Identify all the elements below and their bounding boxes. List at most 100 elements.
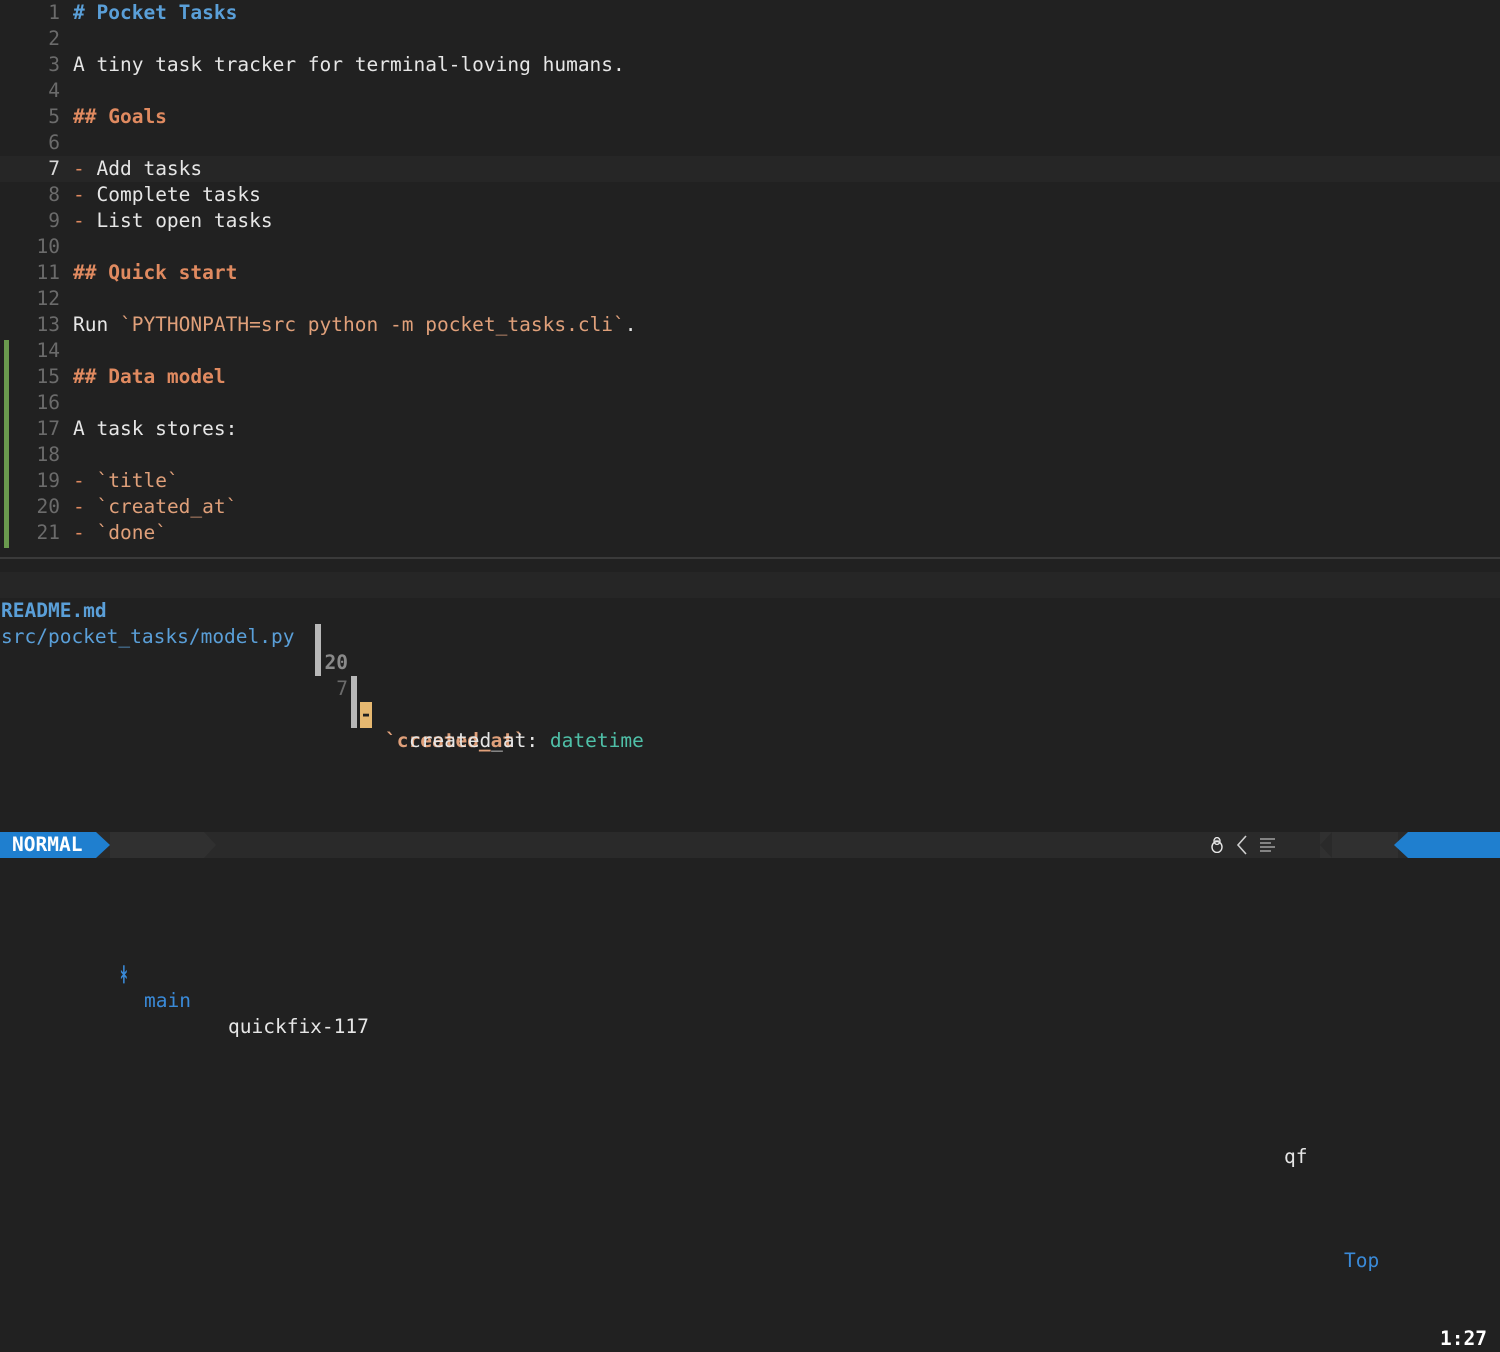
text-run: List open tasks xyxy=(84,209,273,232)
editor-line[interactable]: 6 xyxy=(0,130,1500,156)
editor-line[interactable]: 13 Run `PYTHONPATH=src python -m pocket_t… xyxy=(0,312,1500,338)
quickfix-item[interactable]: src/pocket_tasks/model.py 7 created_at: … xyxy=(0,598,1500,752)
quickfix-line-number: 20 xyxy=(324,651,348,674)
powerline-separator xyxy=(1320,832,1332,858)
quickfix-separator xyxy=(315,650,321,676)
text-run: A task stores: xyxy=(73,417,238,440)
line-text: - `done` xyxy=(73,520,167,546)
scroll-position: Top xyxy=(1344,1249,1380,1272)
editor-line[interactable]: 18 xyxy=(0,442,1500,468)
editor-line[interactable]: 19- `title` xyxy=(0,468,1500,494)
editor-line[interactable]: 7- Add tasks xyxy=(0,156,1500,182)
list-bullet: - xyxy=(73,469,85,492)
line-number: 9 xyxy=(48,209,60,232)
list-bullet: - xyxy=(73,495,85,518)
powerline-separator xyxy=(1394,832,1408,858)
line-number: 2 xyxy=(48,27,60,50)
line-text: ## Goals xyxy=(73,104,167,130)
line-text: - `created_at` xyxy=(73,494,237,520)
mode-indicator: NORMAL xyxy=(0,832,96,858)
line-number: 8 xyxy=(48,183,60,206)
line-number: 14 xyxy=(36,339,60,362)
line-text: - List open tasks xyxy=(73,208,273,234)
git-branch-icon: ᚼ xyxy=(118,963,130,986)
quickfix-item[interactable]: README.md 20 - `created_at` xyxy=(0,572,1500,752)
editor-line[interactable]: 1 # Pocket Tasks xyxy=(0,0,1500,26)
text-run: A tiny task tracker for terminal-loving … xyxy=(73,53,625,76)
line-number: 11 xyxy=(36,261,60,284)
text-lines-icon xyxy=(1260,838,1275,852)
quickfix-separator xyxy=(351,676,357,702)
powerline-separator xyxy=(204,832,216,858)
quickfix-identifier: created_at xyxy=(409,729,527,752)
quickfix-text: created_at: datetime xyxy=(409,728,644,754)
editor-line[interactable]: 9- List open tasks xyxy=(0,208,1500,234)
line-text: A task stores: xyxy=(73,416,237,442)
line-number: 20 xyxy=(36,495,60,518)
editor-line[interactable]: 8- Complete tasks xyxy=(0,182,1500,208)
editor-line[interactable]: 5 ## Goals xyxy=(0,104,1500,130)
markdown-heading: ## Goals xyxy=(73,105,167,128)
list-bullet: - xyxy=(73,521,85,544)
editor-line[interactable]: 4 xyxy=(0,78,1500,104)
quickfix-type: datetime xyxy=(549,729,644,752)
line-number: 12 xyxy=(36,287,60,310)
editor-line[interactable]: 17 A task stores: xyxy=(0,416,1500,442)
line-text: A tiny task tracker for terminal-loving … xyxy=(73,52,625,78)
line-number: 16 xyxy=(36,391,60,414)
list-bullet: - xyxy=(73,157,85,180)
window-separator xyxy=(0,557,1500,559)
line-number: 7 xyxy=(48,157,60,180)
line-col-section xyxy=(1408,832,1500,858)
line-number: 18 xyxy=(36,443,60,466)
line-number: 3 xyxy=(48,53,60,76)
quickfix-filename: src/pocket_tasks/model.py xyxy=(1,625,295,648)
quickfix-list[interactable]: README.md 20 - `created_at` src/pocket_t… xyxy=(0,572,1500,827)
linux-tux-icon xyxy=(1211,837,1223,853)
line-text: ## Quick start xyxy=(73,260,237,286)
list-bullet: - xyxy=(73,209,85,232)
line-number: 5 xyxy=(48,105,60,128)
inline-code: `title` xyxy=(96,469,179,492)
editor-line[interactable]: 2 xyxy=(0,26,1500,52)
text-run xyxy=(85,469,97,492)
line-text: ## Data model xyxy=(73,364,226,390)
branch-name: main xyxy=(144,989,191,1012)
text-run: . xyxy=(624,313,637,336)
editor-line[interactable]: 15 ## Data model xyxy=(0,364,1500,390)
line-number: 6 xyxy=(48,131,60,154)
editor-pane[interactable]: 1 # Pocket Tasks 2 3 A tiny task tracker for… xyxy=(0,0,1500,556)
buffer-name: quickfix-117 xyxy=(228,1015,369,1038)
list-bullet: - xyxy=(73,183,85,206)
quickfix-colon: : xyxy=(526,729,539,752)
quickfix-separator xyxy=(351,702,357,728)
chevron-left-icon xyxy=(1236,835,1247,855)
line-text: - Add tasks xyxy=(73,156,202,182)
filetype: qf xyxy=(1284,1145,1308,1168)
line-text: - Complete tasks xyxy=(73,182,261,208)
quickfix-separator xyxy=(315,624,321,650)
editor-line[interactable]: 12 xyxy=(0,286,1500,312)
editor-line[interactable]: 14 xyxy=(0,338,1500,364)
line-number: 15 xyxy=(36,365,60,388)
line-number: 17 xyxy=(36,417,60,440)
editor-line[interactable]: 16 xyxy=(0,390,1500,416)
markdown-heading: ## Quick start xyxy=(73,261,238,284)
editor-line[interactable]: 3 A tiny task tracker for terminal-loving… xyxy=(0,52,1500,78)
text-run: Complete tasks xyxy=(84,183,261,206)
editor-line[interactable]: 20 - `created_at` xyxy=(0,494,1500,520)
line-number: 19 xyxy=(36,469,60,492)
line-number: 4 xyxy=(48,79,60,102)
branch-section xyxy=(110,832,204,858)
editor-line[interactable]: 10 xyxy=(0,234,1500,260)
text-run: Add tasks xyxy=(84,157,203,180)
editor-line[interactable]: 11 ## Quick start xyxy=(0,260,1500,286)
line-text: - `title` xyxy=(73,468,179,494)
statusline: NORMAL ᚼ main quickfix-117 qf Top 1:27 xyxy=(0,832,1500,1350)
text-run xyxy=(85,495,97,518)
markdown-heading: ## Data model xyxy=(73,365,226,388)
line-number: 10 xyxy=(36,235,60,258)
inline-code: `PYTHONPATH=src python -m pocket_tasks.c… xyxy=(119,313,625,336)
quickfix-line-number: 7 xyxy=(336,677,348,700)
editor-line[interactable]: 21- `done` xyxy=(0,520,1500,546)
